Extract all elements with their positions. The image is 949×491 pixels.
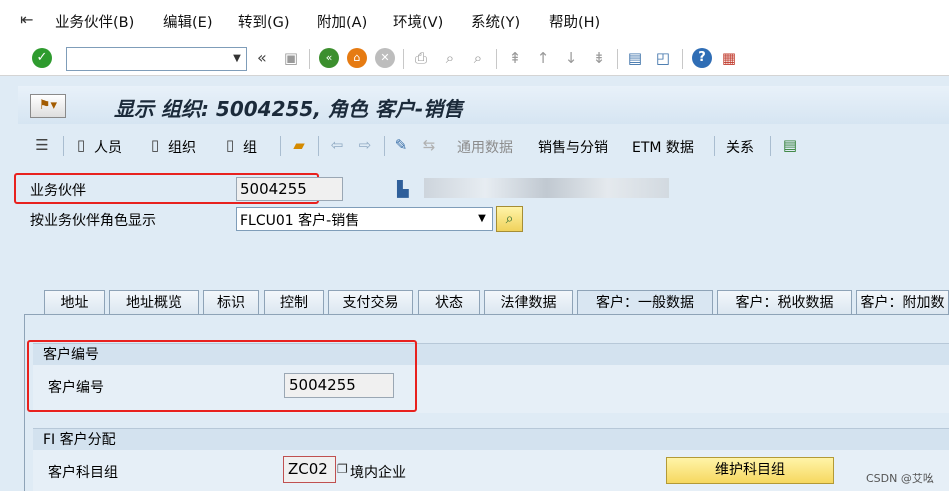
- first-page-icon[interactable]: ⇞: [505, 48, 525, 68]
- find-next-icon[interactable]: ⌕: [468, 48, 488, 68]
- next-page-icon[interactable]: ↓: [561, 48, 581, 68]
- menu-business-partner[interactable]: 业务伙伴(B): [55, 11, 134, 32]
- toolbar-divider: [384, 136, 385, 156]
- fi-group-title: FI 客户分配: [33, 428, 949, 450]
- copy-icon: ❐: [337, 462, 348, 476]
- sales-distribution-button[interactable]: 销售与分销: [538, 137, 608, 157]
- highlight-customer-number: [27, 340, 417, 412]
- menu-bar: ⇤ 业务伙伴(B) 编辑(E) 转到(G) 附加(A) 环境(V) 系统(Y) …: [0, 0, 949, 42]
- tab-status[interactable]: 状态: [418, 290, 480, 315]
- exit-icon[interactable]: ⇤: [20, 10, 40, 29]
- role-select[interactable]: FLCU01 客户-销售 ▼: [236, 207, 493, 231]
- chevron-down-icon[interactable]: ▼: [228, 48, 246, 70]
- standard-toolbar: ✓ ▼ « ▣ « ⌂ ✕ ⎙ ⌕ ⌕ ⇞ ↑ ↓ ⇟ ▤ ◰ ? ▦: [0, 42, 949, 76]
- arrow-left-icon[interactable]: ⇦: [328, 135, 346, 155]
- tab-customer-general-data[interactable]: 客户：一般数据: [577, 290, 713, 315]
- organization-button[interactable]: 组织: [168, 137, 196, 157]
- title-bar: ⚑▾ 显示 组织: 5004255, 角色 客户-销售: [18, 86, 949, 124]
- tab-control[interactable]: 控制: [264, 290, 324, 315]
- tab-identification[interactable]: 标识: [203, 290, 259, 315]
- save-icon[interactable]: ▣: [281, 48, 301, 68]
- toolbar-divider: [309, 49, 310, 69]
- search-icon[interactable]: ⌕: [496, 206, 523, 232]
- toolbar-divider: [714, 136, 715, 156]
- maintain-account-group-button[interactable]: 维护科目组: [666, 457, 834, 484]
- menu-help[interactable]: 帮助(H): [549, 11, 600, 32]
- report-icon[interactable]: ▤: [781, 135, 799, 155]
- document-icon: ▯: [225, 136, 235, 154]
- toolbar-divider: [403, 49, 404, 69]
- open-folder-icon[interactable]: ▰: [290, 135, 308, 155]
- enter-checkmark-icon[interactable]: ✓: [32, 48, 52, 68]
- back-icon[interactable]: «: [319, 48, 339, 68]
- tab-customer-tax-data[interactable]: 客户：税收数据: [717, 290, 852, 315]
- general-data-button[interactable]: 通用数据: [457, 137, 513, 157]
- relations-button[interactable]: 关系: [726, 137, 754, 157]
- toolbar-divider: [280, 136, 281, 156]
- organization-icon: ▙: [397, 180, 409, 198]
- cancel-icon[interactable]: ✕: [375, 48, 395, 68]
- menu-system[interactable]: 系统(Y): [471, 11, 520, 32]
- arrow-right-icon[interactable]: ⇨: [356, 135, 374, 155]
- account-group-value: ZC02: [288, 460, 328, 478]
- group-button[interactable]: 组: [243, 137, 257, 157]
- shortcut-icon[interactable]: ◰: [653, 48, 673, 68]
- menu-environment[interactable]: 环境(V): [393, 11, 443, 32]
- collapse-toolbar-icon[interactable]: «: [257, 48, 267, 67]
- tab-legal-data[interactable]: 法律数据: [484, 290, 573, 315]
- menu-goto[interactable]: 转到(G): [238, 11, 290, 32]
- menu-button-icon[interactable]: ⚑▾: [30, 94, 66, 118]
- exit-circle-icon[interactable]: ⌂: [347, 48, 367, 68]
- document-icon: ▯: [76, 136, 86, 154]
- tab-payment-transactions[interactable]: 支付交易: [328, 290, 413, 315]
- chevron-down-icon[interactable]: ▼: [474, 211, 490, 227]
- command-field[interactable]: ▼: [66, 47, 247, 71]
- partner-value: 5004255: [240, 180, 307, 198]
- find-icon[interactable]: ⌕: [440, 48, 460, 68]
- person-button[interactable]: 人员: [94, 137, 122, 157]
- page-title: 显示 组织: 5004255, 角色 客户-销售: [114, 97, 464, 121]
- document-icon: ▯: [150, 136, 160, 154]
- customize-layout-icon[interactable]: ▦: [719, 48, 739, 68]
- previous-page-icon[interactable]: ↑: [533, 48, 553, 68]
- toolbar-divider: [63, 136, 64, 156]
- blurred-partner-name: [424, 178, 669, 198]
- partner-field[interactable]: 5004255: [236, 177, 343, 201]
- partner-label: 业务伙伴: [30, 183, 86, 199]
- account-group-field[interactable]: ZC02: [283, 456, 336, 483]
- toolbar-divider: [770, 136, 771, 156]
- watermark: CSDN @艾吆: [866, 472, 934, 485]
- account-group-label: 客户科目组: [48, 465, 118, 481]
- list-icon[interactable]: ☰: [33, 135, 51, 155]
- toolbar-divider: [617, 49, 618, 69]
- application-toolbar: ☰ ▯ 人员 ▯ 组织 ▯ 组 ▰ ⇦ ⇨ ✎ ⇆ 通用数据 销售与分销 ETM…: [18, 126, 949, 164]
- tab-customer-additional-data[interactable]: 客户：附加数: [856, 290, 949, 315]
- new-session-icon[interactable]: ▤: [625, 48, 645, 68]
- toolbar-divider: [496, 49, 497, 69]
- last-page-icon[interactable]: ⇟: [589, 48, 609, 68]
- help-icon[interactable]: ?: [692, 48, 712, 68]
- switch-icon[interactable]: ⇆: [420, 135, 438, 155]
- toolbar-divider: [682, 49, 683, 69]
- tab-address[interactable]: 地址: [44, 290, 105, 315]
- role-value: FLCU01 客户-销售: [240, 213, 360, 229]
- menu-extras[interactable]: 附加(A): [317, 11, 367, 32]
- print-icon[interactable]: ⎙: [411, 48, 431, 68]
- etm-data-button[interactable]: ETM 数据: [632, 137, 694, 157]
- tab-address-overview[interactable]: 地址概览: [109, 290, 199, 315]
- account-group-description: 境内企业: [350, 465, 406, 481]
- toolbar-divider: [318, 136, 319, 156]
- menu-edit[interactable]: 编辑(E): [163, 11, 212, 32]
- edit-pencil-icon[interactable]: ✎: [392, 135, 410, 155]
- role-label: 按业务伙伴角色显示: [30, 213, 156, 229]
